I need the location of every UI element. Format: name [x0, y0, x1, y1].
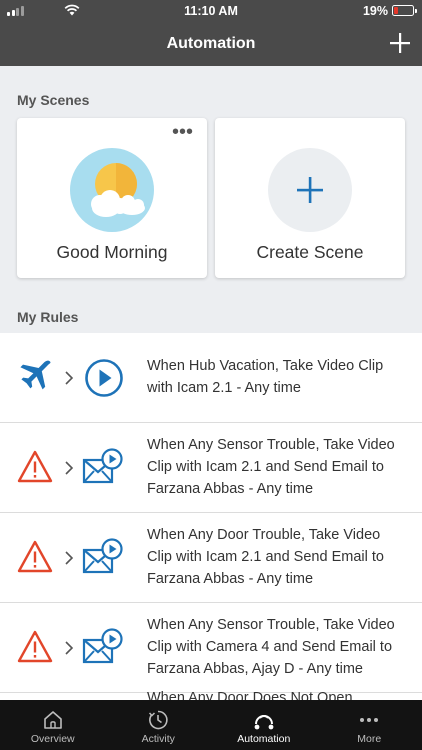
rule-text: When Hub Vacation, Take Video Clip with … — [147, 358, 384, 396]
rule-text: When Any Door Does Not Open — [147, 690, 353, 700]
rule-row[interactable]: When Any Sensor Trouble, Take Video Clip… — [0, 603, 422, 693]
battery-percent: 19% — [362, 4, 388, 18]
tab-label: Overview — [30, 733, 75, 745]
rule-text: When Any Sensor Trouble, Take Video Clip… — [147, 617, 395, 677]
tab-label: Activity — [141, 733, 175, 745]
tab-automation[interactable]: Automation — [211, 700, 317, 750]
chevron-right-icon — [65, 371, 74, 385]
clock-icon — [149, 710, 168, 730]
more-options-icon[interactable]: ••• — [172, 122, 193, 142]
tab-activity[interactable]: Activity — [106, 700, 212, 750]
plus-icon — [268, 148, 352, 232]
rule-row[interactable]: When Any Door Trouble, Take Video Clip w… — [0, 513, 422, 603]
rule-row[interactable]: When Any Sensor Trouble, Take Video Clip… — [0, 423, 422, 513]
add-button[interactable] — [388, 31, 412, 55]
status-bar: 11:10 AM 19% — [0, 0, 422, 22]
chevron-right-icon — [65, 551, 74, 565]
tab-overview[interactable]: Overview — [0, 700, 106, 750]
play-icon — [85, 359, 123, 397]
rule-text: When Any Door Trouble, Take Video Clip w… — [147, 527, 384, 587]
chevron-right-icon — [65, 641, 74, 655]
plus-icon — [390, 33, 410, 53]
my-scenes-title: My Scenes — [17, 92, 90, 108]
email-video-icon — [82, 448, 123, 484]
automation-icon — [254, 715, 274, 730]
warning-icon — [17, 630, 53, 663]
scene-label: Good Morning — [56, 242, 168, 262]
rules-list: When Hub Vacation, Take Video Clip with … — [0, 333, 422, 700]
my-rules-title: My Rules — [17, 309, 79, 325]
rule-text: When Any Sensor Trouble, Take Video Clip… — [147, 437, 395, 497]
status-time: 11:10 AM — [184, 4, 238, 18]
warning-icon — [17, 450, 53, 483]
sun-cloud-icon — [70, 148, 154, 232]
scene-label: Create Scene — [256, 242, 364, 262]
airplane-icon — [20, 360, 51, 390]
chevron-right-icon — [65, 461, 74, 475]
header: Automation — [0, 22, 422, 66]
email-video-icon — [82, 628, 123, 664]
tab-label: More — [357, 733, 382, 745]
more-icon — [360, 718, 379, 722]
page-title: Automation — [166, 35, 256, 52]
tab-more[interactable]: More — [317, 700, 422, 750]
rule-row[interactable]: When Any Door Does Not Open — [0, 690, 422, 700]
email-video-icon — [82, 538, 123, 574]
tab-bar: Overview Activity Automation More — [0, 700, 422, 750]
rule-row[interactable]: When Hub Vacation, Take Video Clip with … — [0, 333, 422, 423]
scene-card-good-morning[interactable]: ••• Good Morning — [17, 118, 207, 278]
warning-icon — [17, 540, 53, 573]
battery-icon — [392, 5, 417, 16]
scene-card-create[interactable]: Create Scene — [215, 118, 405, 278]
home-icon — [43, 711, 62, 729]
tab-label: Automation — [237, 733, 291, 745]
